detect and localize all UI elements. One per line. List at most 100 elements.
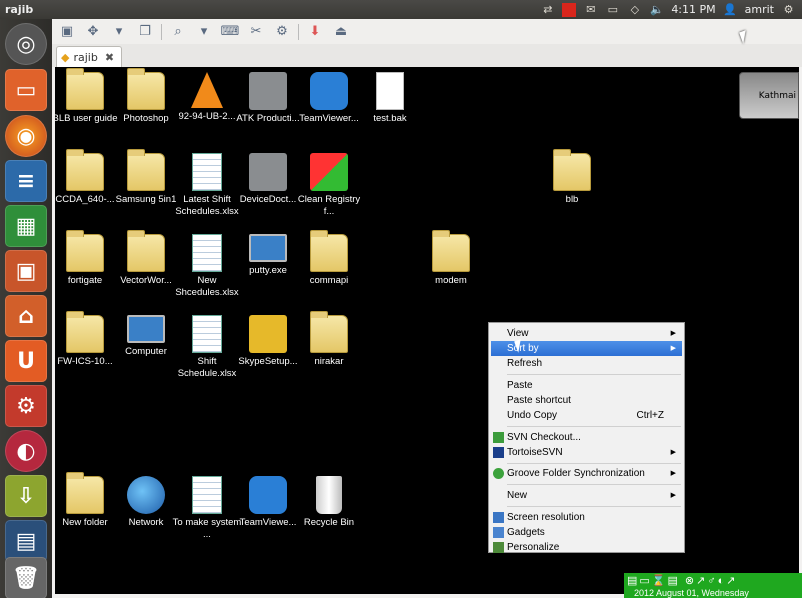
desktop-icon[interactable]: 92-94-UB-2... <box>172 72 242 123</box>
gadgets-icon <box>493 527 504 538</box>
workspace-icon[interactable]: ▤ <box>5 520 47 562</box>
close-icon[interactable]: ✖ <box>105 51 114 64</box>
remote-desktop-icon[interactable]: ◐ <box>5 430 47 472</box>
windows-icon[interactable]: ❐ <box>135 23 155 41</box>
folder-icon <box>66 68 104 110</box>
folder-icon <box>310 311 348 353</box>
move-icon[interactable]: ✥ <box>83 23 103 41</box>
firefox-icon[interactable]: ◉ <box>5 115 47 157</box>
desktop-icon[interactable]: commapi <box>294 230 364 287</box>
desktop-icon[interactable]: Samsung 5in1 <box>111 149 181 206</box>
menu-separator <box>507 463 681 464</box>
network-icon <box>127 476 165 514</box>
menu-item-paste[interactable]: Paste <box>491 378 682 393</box>
desktop-icon[interactable]: SkypeSetup... <box>233 315 303 368</box>
desktop-icon[interactable]: test.bak <box>355 72 425 125</box>
menu-item-gadgets[interactable]: Gadgets <box>491 525 682 540</box>
remote-desktop[interactable]: BLB user guide Photoshop 92-94-UB-2... A… <box>55 67 799 594</box>
ubuntu-home-icon[interactable]: ◎ <box>5 23 47 65</box>
file-icon <box>376 72 404 110</box>
disconnect-icon[interactable]: ⏏ <box>331 23 351 41</box>
calc-icon[interactable]: ▦ <box>5 205 47 247</box>
menu-separator <box>507 506 681 507</box>
shortcut-label: Ctrl+Z <box>636 410 665 421</box>
menu-item-screen-resolution[interactable]: Screen resolution <box>491 510 682 525</box>
context-menu: View ▶ Sort by ▶ Refresh Paste Paste short… <box>488 322 685 553</box>
desktop-icon[interactable]: modem <box>416 230 486 287</box>
groove-icon <box>493 468 504 479</box>
network-sync-icon[interactable]: ⇄ <box>540 3 555 16</box>
skype-setup-icon <box>249 315 287 353</box>
menu-item-paste-shortcut[interactable]: Paste shortcut <box>491 393 682 408</box>
screenshot-icon[interactable]: ⬇ <box>305 23 325 41</box>
chevron-down-icon[interactable]: ▾ <box>109 23 129 41</box>
desktop-icon[interactable]: DeviceDoct... <box>233 153 303 206</box>
desktop-icon[interactable]: Recycle Bin <box>294 476 364 529</box>
folder-icon <box>432 230 470 272</box>
putty-icon <box>249 234 287 262</box>
menu-item-groove[interactable]: Groove Folder Synchronization ▶ <box>491 466 682 481</box>
settings-icon[interactable]: ⚙ <box>5 385 47 427</box>
desktop-icon[interactable]: VectorWor... <box>111 230 181 287</box>
desktop-icon[interactable]: Clean Registry f... <box>294 153 364 218</box>
submenu-arrow-icon: ▶ <box>670 492 676 499</box>
toolbar: ▣ ✥ ▾ ❐ ⌕ ▾ ⌨ ✂ ⚙ ⬇ ⏏ <box>52 19 802 44</box>
window-title: rajib <box>5 3 34 16</box>
trash-icon[interactable]: 🗑 <box>5 557 47 598</box>
desktop-icon[interactable]: To make system ... <box>172 476 242 541</box>
menu-item-tortoisesvn[interactable]: TortoiseSVN ▶ <box>491 445 682 460</box>
preferences-icon[interactable]: ⚙ <box>272 23 292 41</box>
desktop-icon[interactable]: Photoshop <box>111 68 181 125</box>
desktop-icon[interactable]: blb <box>537 149 607 206</box>
red-app-icon[interactable] <box>562 2 577 17</box>
remote-desktop-window: ▣ ✥ ▾ ❐ ⌕ ▾ ⌨ ✂ ⚙ ⬇ ⏏ ◆ rajib ✖ BLB user… <box>52 19 802 598</box>
menu-item-new[interactable]: New ▶ <box>491 488 682 503</box>
divider <box>161 23 162 40</box>
desktop-icon[interactable]: Network <box>111 476 181 529</box>
desktop-icon[interactable]: nirakar <box>294 311 364 368</box>
submenu-arrow-icon: ▶ <box>670 345 676 352</box>
software-center-icon[interactable]: ⌂ <box>5 295 47 337</box>
keyboard-icon[interactable]: ⌨ <box>220 23 240 41</box>
files-icon[interactable]: ▭ <box>5 69 47 111</box>
menu-item-svn-checkout[interactable]: SVN Checkout... <box>491 430 682 445</box>
tab-rajib[interactable]: ◆ rajib ✖ <box>56 46 122 67</box>
battery-icon[interactable]: ▭ <box>605 3 620 16</box>
folder-icon <box>127 149 165 191</box>
volume-icon[interactable]: 🔈 <box>649 3 664 16</box>
desktop-icon[interactable]: Shift Schedule.xlsx <box>172 315 242 380</box>
teamviewer-icon <box>310 72 348 110</box>
chevron-down-icon[interactable]: ▾ <box>194 23 214 41</box>
fullscreen-icon[interactable]: ▣ <box>57 23 77 41</box>
user-name[interactable]: amrit <box>745 3 774 16</box>
desktop-icon[interactable]: ATK Producti... <box>233 72 303 125</box>
clock[interactable]: 4:11 PM <box>671 3 715 16</box>
device-doctor-icon <box>249 153 287 191</box>
wifi-icon[interactable]: ◇ <box>627 3 642 16</box>
zoom-icon[interactable]: ⌕ <box>168 23 188 41</box>
teamviewer-icon <box>249 476 287 514</box>
desktop-icon[interactable]: TeamViewe... <box>233 476 303 529</box>
personalize-icon <box>493 542 504 553</box>
folder-icon <box>127 230 165 272</box>
desktop-icon[interactable]: Latest Shift Schedules.xlsx <box>172 153 242 218</box>
desktop-icon[interactable]: Computer <box>111 315 181 358</box>
writer-icon[interactable]: ≡ <box>5 160 47 202</box>
ubuntu-one-icon[interactable]: U <box>5 340 47 382</box>
registry-cleaner-icon <box>310 153 348 191</box>
installer-icon[interactable]: ⇩ <box>5 475 47 517</box>
menu-item-refresh[interactable]: Refresh <box>491 356 682 371</box>
tools-icon[interactable]: ✂ <box>246 23 266 41</box>
impress-icon[interactable]: ▣ <box>5 250 47 292</box>
gear-icon[interactable]: ⚙ <box>781 3 796 16</box>
divider <box>298 23 299 40</box>
folder-icon <box>66 230 104 272</box>
menu-item-undo-copy[interactable]: Undo Copy Ctrl+Z <box>491 408 682 423</box>
window-thumbnail[interactable]: Kathmai <box>739 72 799 119</box>
tab-bar: ◆ rajib ✖ <box>52 44 802 67</box>
desktop-icon[interactable]: TeamViewer... <box>294 72 364 125</box>
menu-item-personalize[interactable]: Personalize <box>491 540 682 555</box>
mail-icon[interactable]: ✉ <box>583 3 598 16</box>
desktop-icon[interactable]: New Shcedules.xlsx <box>172 234 242 299</box>
desktop-icon[interactable]: putty.exe <box>233 234 303 277</box>
